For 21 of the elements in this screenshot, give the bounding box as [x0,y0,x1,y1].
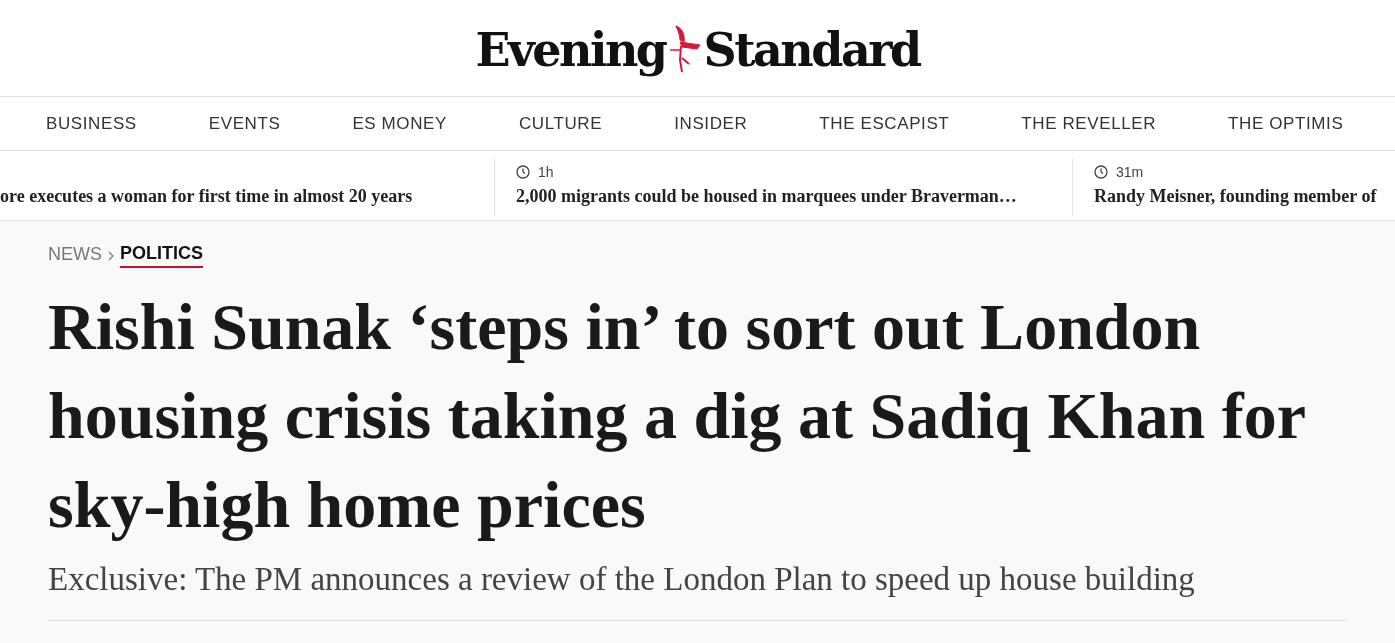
nav-link[interactable]: ES MONEY [352,113,447,134]
clock-icon [516,165,530,179]
chevron-icon [108,250,114,261]
article-standfirst: Exclusive: The PM announces a review of the London Plan to speed up house building [48,561,1347,621]
ticker-headline[interactable]: ore executes a woman for first time in almost 20 years [0,186,472,207]
logo-text[interactable]: Standard [703,27,920,73]
breadcrumb-link[interactable]: POLITICS [120,243,203,268]
nav-link[interactable]: BUSINESS [46,113,137,134]
ticker-headline[interactable]: 2,000 migrants could be housed in marquees under Braverman… [516,186,1050,207]
nav-link[interactable]: CULTURE [518,113,603,134]
ticker-headline[interactable]: Randy Meisner, founding member of [1094,186,1377,207]
article-headline: Rishi Sunak ‘steps in’ to sort out London housing crisis taking a dig at Sadiq Khan for sky-high home prices [48,289,1306,543]
breadcrumb-link[interactable]: NEWS [48,244,102,267]
nav-link[interactable]: THE REVELLER [1021,113,1157,134]
time-label: 31m [1116,164,1144,180]
time-label: 1h [538,164,554,180]
clock-icon [1094,165,1108,179]
nav-link[interactable]: THE OPTIMIS [1228,113,1344,134]
nav-link[interactable]: INSIDER [674,113,748,134]
nav-link[interactable]: THE ESCAPIST [819,113,950,134]
nav-link[interactable]: EVENTS [208,113,281,134]
